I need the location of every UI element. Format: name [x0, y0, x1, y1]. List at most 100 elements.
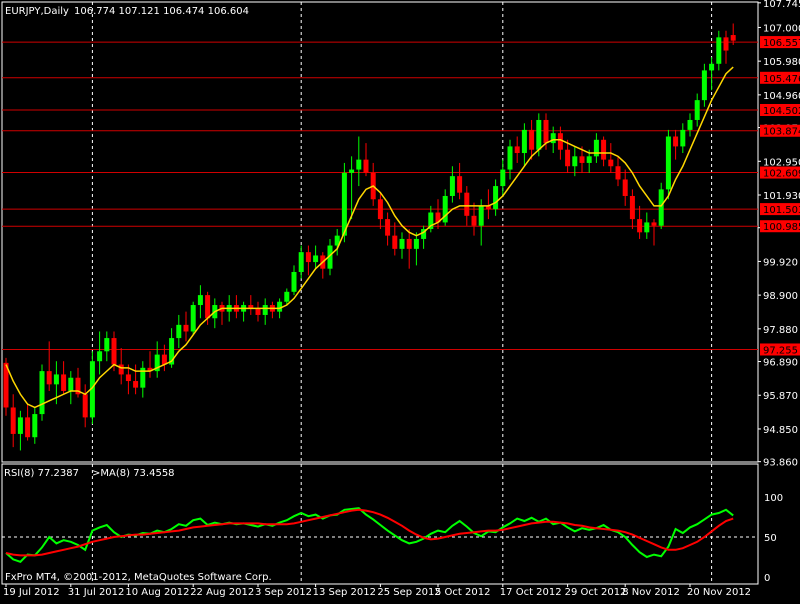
candle-body	[313, 255, 319, 263]
candle-body	[82, 394, 88, 418]
candle-body	[25, 417, 31, 438]
date-tick-label: 13 Sep 2012	[313, 587, 376, 598]
candle-body	[284, 291, 290, 302]
date-tick-label: 29 Oct 2012	[565, 587, 627, 598]
time-axis: 19 Jul 2012 31 Jul 2012 10 Aug 2012 22 Aug …	[3, 584, 751, 598]
price-tick-label-top: 107.745	[763, 0, 800, 10]
candle-body	[176, 324, 182, 339]
level-price-label: 104.502	[763, 106, 800, 117]
level-price-label: 105.476	[763, 74, 800, 85]
ohlc-label: 106.774 107.121 106.474 106.604	[74, 6, 249, 17]
candle-body	[493, 186, 499, 210]
candle-body	[694, 100, 700, 120]
candle-body	[629, 195, 635, 220]
candle-body	[53, 374, 59, 385]
candle-body	[521, 129, 527, 154]
candle-body	[377, 199, 383, 220]
price-tick-label: 105.980	[763, 57, 800, 68]
price-tick-label: 95.870	[763, 391, 798, 402]
symbol-label: EURJPY,Daily	[5, 6, 69, 17]
rsi-indicator	[5, 507, 734, 563]
candle-body	[125, 374, 131, 382]
candle-body	[723, 37, 729, 51]
candle-body	[341, 172, 347, 236]
candle-body	[413, 238, 419, 249]
date-tick-label: 25 Sep 2012	[377, 587, 440, 598]
candle-body	[601, 139, 607, 160]
candle-body	[32, 414, 38, 438]
price-tick-label: 97.880	[763, 325, 798, 336]
candle-body	[579, 156, 585, 163]
level-price-label: 103.874	[763, 127, 800, 138]
candle-body	[277, 301, 283, 312]
candle-body	[442, 195, 448, 223]
candle-body	[449, 176, 455, 196]
date-tick-label: 5 Oct 2012	[435, 587, 490, 598]
rsi-label: RSI(8) 77.2387	[4, 468, 79, 479]
price-tick-label: 104.960	[763, 91, 800, 102]
price-tick-label: 101.930	[763, 191, 800, 202]
date-tick-label: 8 Nov 2012	[622, 587, 680, 598]
candle-body	[478, 205, 484, 226]
candle-body	[550, 133, 556, 144]
candle-body	[471, 215, 477, 226]
price-tick-label: 94.850	[763, 425, 798, 436]
candle-body	[61, 374, 67, 391]
candle-body	[680, 129, 686, 147]
date-tick-label: 19 Jul 2012	[3, 587, 60, 598]
candle-body	[701, 70, 707, 101]
date-tick-label: 22 Aug 2012	[190, 587, 254, 598]
price-axis: 107.000105.980104.960103.970102.950101.9…	[758, 0, 800, 584]
rsi-tick-label: 50	[764, 533, 777, 544]
candle-body	[349, 169, 355, 173]
chart-frame	[1, 1, 759, 585]
candle-body	[716, 37, 722, 64]
candle-body	[687, 119, 693, 130]
candle-body	[399, 238, 405, 249]
candle-body	[97, 351, 103, 362]
candle-body	[363, 159, 369, 173]
candle-body	[46, 371, 52, 385]
candle-body	[500, 169, 506, 187]
candle-body	[593, 139, 599, 157]
date-tick-label: 17 Oct 2012	[500, 587, 562, 598]
mt4-chart-window: 107.000105.980104.960103.970102.950101.9…	[0, 0, 800, 600]
price-tick-label: 107.000	[763, 23, 800, 34]
candle-body	[118, 364, 124, 375]
candle-body	[104, 338, 110, 352]
level-price-label: 97.255	[763, 345, 798, 356]
candlesticks	[3, 23, 736, 451]
candle-body	[406, 238, 412, 249]
candle-body	[507, 146, 513, 170]
level-price-label: 106.557	[763, 38, 800, 49]
candle-body	[183, 324, 189, 332]
price-tick-label: 93.860	[763, 458, 798, 469]
candle-body	[464, 192, 470, 216]
candle-body	[637, 219, 643, 233]
candle-body	[385, 219, 391, 236]
candle-body	[17, 417, 23, 434]
rsi-ma-label: >MA(8) 73.4558	[92, 468, 175, 479]
date-tick-label: 3 Sep 2012	[255, 587, 312, 598]
candle-body	[205, 295, 211, 319]
candle-body	[392, 235, 398, 249]
level-price-label: 102.609	[763, 169, 800, 180]
candle-body	[608, 159, 614, 167]
candle-body	[305, 252, 311, 263]
candle-body	[644, 222, 650, 233]
price-tick-label: 96.890	[763, 358, 798, 369]
candle-body	[730, 35, 736, 41]
date-tick-label: 31 Jul 2012	[68, 587, 125, 598]
candle-body	[529, 129, 535, 150]
candle-body	[197, 295, 203, 306]
level-price-label: 100.985	[763, 222, 800, 233]
candle-body	[457, 176, 463, 193]
candle-body	[572, 156, 578, 167]
candle-body	[622, 179, 628, 196]
level-price-label: 101.503	[763, 205, 800, 216]
candle-body	[543, 119, 549, 144]
candle-body	[39, 371, 45, 415]
chart-canvas[interactable]: 107.000105.980104.960103.970102.950101.9…	[0, 0, 800, 600]
candle-body	[111, 338, 117, 365]
candle-body	[536, 119, 542, 150]
